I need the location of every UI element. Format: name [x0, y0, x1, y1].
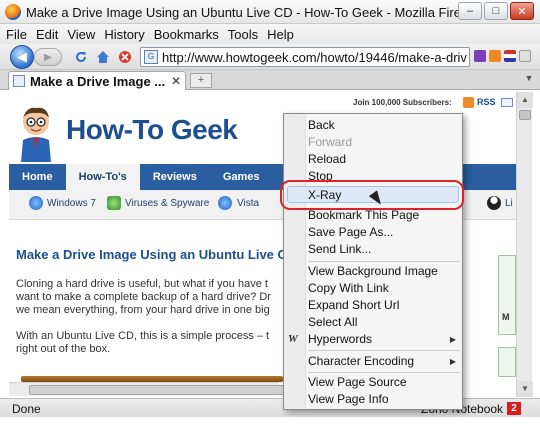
status-text: Done [12, 402, 41, 416]
ctx-view-page-info[interactable]: View Page Info [308, 391, 458, 408]
ctx-hyperwords[interactable]: Hyperwords [308, 331, 458, 348]
tab-favicon-icon [13, 75, 25, 87]
close-button[interactable]: ✕ [510, 2, 534, 20]
forward-button[interactable]: ▶ [34, 48, 62, 66]
submenu-arrow-icon: ▶ [449, 357, 456, 366]
url-text[interactable]: http://www.howtogeek.com/howto/19446/mak… [162, 50, 467, 65]
firefox-icon [5, 4, 21, 20]
rss-icon[interactable] [463, 97, 474, 108]
status-badge[interactable]: 2 [507, 402, 521, 415]
url-bar[interactable]: G http://www.howtogeek.com/howto/19446/m… [140, 47, 470, 67]
url-bar-icons [474, 50, 531, 62]
ctx-view-page-source[interactable]: View Page Source [308, 374, 458, 391]
rss-link[interactable]: RSS [477, 97, 496, 107]
ctx-back[interactable]: Back [308, 117, 458, 134]
site-nav-reviews[interactable]: Reviews [140, 164, 210, 190]
ctx-view-background-image[interactable]: View Background Image [308, 263, 458, 280]
ctx-forward: Forward [308, 135, 353, 149]
geek-mascot-logo[interactable] [15, 104, 57, 162]
maximize-button[interactable]: □ [484, 2, 508, 20]
ctx-separator [308, 372, 460, 373]
tab-list-icon[interactable]: ▼ [522, 73, 536, 87]
ctx-save-page-as[interactable]: Save Page As... [308, 224, 458, 241]
article-title[interactable]: Make a Drive Image Using an Ubuntu Live … [16, 247, 287, 262]
tab-close-icon[interactable]: ✕ [171, 74, 181, 88]
scroll-thumb[interactable] [519, 110, 531, 120]
article-paragraph-line: want to make a complete backup of a hard… [16, 291, 271, 303]
menu-bookmarks[interactable]: Bookmarks [154, 27, 219, 42]
tab-strip: Make a Drive Image ... ✕ + ▼ [0, 70, 540, 90]
menu-help[interactable]: Help [267, 27, 294, 42]
new-tab-button[interactable]: + [190, 73, 212, 88]
article-paragraph-line: right out of the box. [16, 343, 111, 355]
scroll-down-icon[interactable]: ▼ [517, 381, 533, 397]
menu-tools[interactable]: Tools [228, 27, 258, 42]
subscribe-text: Join 100,000 Subscribers: [353, 98, 452, 107]
stop-icon[interactable] [116, 48, 134, 66]
horizontal-scrollbar[interactable] [9, 382, 339, 396]
minimize-button[interactable]: – [458, 2, 482, 20]
tab-title: Make a Drive Image ... [30, 74, 166, 89]
home-icon[interactable] [94, 48, 112, 66]
site-nav-howtos[interactable]: How-To's [65, 164, 140, 190]
dropdown-icon[interactable] [519, 50, 531, 62]
menu-file[interactable]: File [6, 27, 27, 42]
vista-icon [218, 196, 232, 210]
context-menu: Back Forward Reload Stop X-Ray Bookmark … [283, 113, 463, 410]
flag-icon[interactable] [504, 50, 516, 62]
context-menu-gutter [284, 114, 306, 409]
hyperwords-icon: W [288, 333, 298, 345]
site-favicon: G [144, 50, 158, 64]
ctx-expand-short-url[interactable]: Expand Short Url [308, 297, 458, 314]
category-windows7[interactable]: Windows 7 [47, 198, 96, 209]
vertical-scrollbar[interactable]: ▲ ▼ [516, 92, 533, 397]
scroll-up-icon[interactable]: ▲ [517, 92, 533, 108]
ctx-select-all[interactable]: Select All [308, 314, 458, 331]
sidebar-ad-letter: M [502, 312, 510, 322]
category-viruses[interactable]: Viruses & Spyware [125, 198, 209, 209]
ctx-reload[interactable]: Reload [308, 151, 458, 168]
site-nav-home[interactable]: Home [9, 164, 66, 190]
mail-icon[interactable] [501, 98, 513, 107]
linux-penguin-icon [487, 196, 501, 210]
site-nav-games[interactable]: Games [210, 164, 273, 190]
menu-bar: File Edit View History Bookmarks Tools H… [0, 24, 540, 44]
yahoo-icon[interactable] [474, 50, 486, 62]
submenu-arrow-icon: ▶ [449, 335, 456, 344]
back-button[interactable]: ◀ [10, 45, 34, 69]
ctx-separator [308, 261, 460, 262]
menu-view[interactable]: View [67, 27, 95, 42]
navigation-toolbar: ◀ ▶ G http://www.howtogeek.com/howto/194… [0, 44, 540, 70]
windows7-icon [29, 196, 43, 210]
article-paragraph-line: Cloning a hard drive is useful, but what… [16, 278, 268, 290]
ctx-character-encoding[interactable]: Character Encoding [308, 353, 458, 370]
rss-feed-icon[interactable] [489, 50, 501, 62]
sidebar-ad-box-2[interactable] [498, 347, 516, 377]
article-paragraph-line: we mean everything, from your hard drive… [16, 304, 270, 316]
ctx-separator [308, 350, 460, 351]
title-bar: Make a Drive Image Using an Ubuntu Live … [0, 0, 540, 24]
ctx-send-link[interactable]: Send Link... [308, 241, 458, 258]
window-controls: – □ ✕ [458, 2, 534, 20]
site-logo-text[interactable]: How-To Geek [66, 114, 238, 146]
category-linux[interactable]: Li [505, 198, 513, 209]
menu-history[interactable]: History [104, 27, 144, 42]
reload-icon[interactable] [72, 48, 90, 66]
window-title: Make a Drive Image Using an Ubuntu Live … [26, 5, 479, 20]
article-paragraph-line: With an Ubuntu Live CD, this is a simple… [16, 330, 270, 342]
tab-active[interactable]: Make a Drive Image ... ✕ [8, 71, 186, 90]
menu-edit[interactable]: Edit [36, 27, 58, 42]
category-vista[interactable]: Vista [237, 198, 259, 209]
shield-icon [107, 196, 121, 210]
sidebar-ad-box[interactable]: M [498, 255, 516, 335]
ctx-copy-with-link[interactable]: Copy With Link [308, 280, 458, 297]
